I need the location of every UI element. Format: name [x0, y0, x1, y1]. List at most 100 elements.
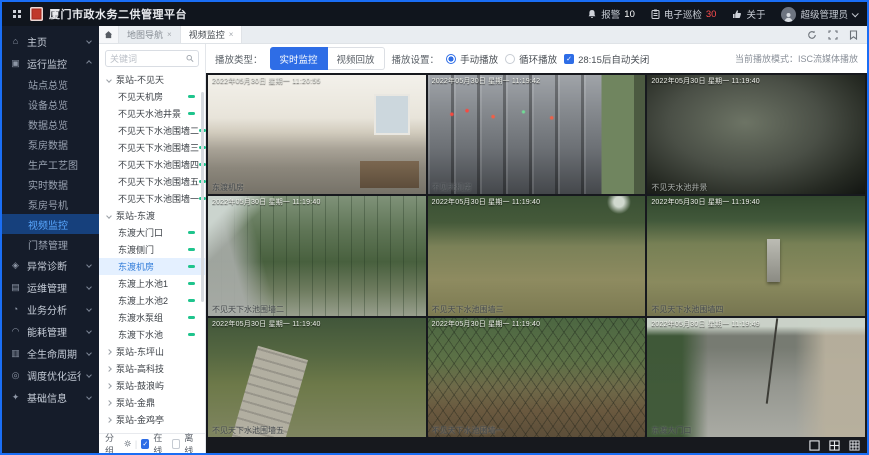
camera-tree-panel: 泵站-不见天 不见天机房 不见天水池井景 不见天下水池围墙二 不见天下水池围墙三…: [99, 44, 206, 453]
lifecycle-icon: ▥: [10, 348, 21, 359]
sidebar-sub-device-overview[interactable]: 设备总览: [2, 94, 99, 114]
online-checkbox[interactable]: ✓: [141, 439, 149, 449]
tab-video-monitor[interactable]: 视频监控 ×: [181, 26, 243, 43]
search-icon[interactable]: [186, 54, 194, 63]
tree-group-bujiantian[interactable]: 泵站-不见天: [99, 71, 205, 88]
video-cell[interactable]: 2022年05月30日 星期一 11:19:49 东渡大门口: [647, 318, 865, 437]
close-icon[interactable]: ×: [167, 30, 172, 39]
sidebar-sub-pump-room-data[interactable]: 泵房数据: [2, 134, 99, 154]
video-cell[interactable]: 2022年05月30日 星期一 11:19:40 不见天下水池围墙五: [208, 318, 426, 437]
chevron-down-icon: [86, 394, 92, 400]
home-tab-button[interactable]: [99, 26, 119, 43]
sidebar-collapse-icon[interactable]: [12, 9, 22, 19]
fullscreen-icon[interactable]: [828, 30, 838, 40]
tab-map-nav[interactable]: 地图导航 ×: [119, 26, 181, 43]
tree-group-gaokeji[interactable]: 泵站-高科技: [99, 360, 205, 377]
sidebar-sub-access-control[interactable]: 门禁管理: [2, 234, 99, 254]
alarm-button[interactable]: 报警 10: [587, 7, 635, 21]
tree-group-dongpingshan[interactable]: 泵站-东坪山: [99, 343, 205, 360]
inspection-count: 30: [706, 9, 717, 20]
video-camera-name: 不见天下水池围墙四: [651, 304, 723, 315]
thumb-up-icon: [732, 9, 742, 19]
gear-icon[interactable]: [124, 439, 131, 448]
tree-group-jinjiting[interactable]: 泵站-金鸡亭: [99, 411, 205, 428]
sidebar-sub-video-monitor[interactable]: 视频监控: [2, 214, 99, 234]
tree-group-dongdu[interactable]: 泵站-东渡: [99, 207, 205, 224]
clipboard-icon: [651, 9, 660, 19]
about-button[interactable]: 关于: [732, 7, 765, 21]
tree-camera-item[interactable]: 不见天水池井景: [99, 105, 205, 122]
video-camera-name: 不见天下水池围墙一: [432, 425, 504, 436]
online-dot: [188, 231, 195, 234]
home-icon: ⌂: [10, 36, 21, 46]
tree-camera-item[interactable]: 东渡上水池2: [99, 292, 205, 309]
offline-label: 离线: [184, 431, 199, 455]
video-timestamp: 2022年05月30日 星期一 11:19:40: [432, 197, 644, 207]
search-input[interactable]: [110, 54, 184, 64]
tree-camera-item[interactable]: 不见天下水池围墙二: [99, 122, 205, 139]
quad-grid-icon[interactable]: [829, 440, 840, 451]
sidebar-sub-process-diagram[interactable]: 生产工艺图: [2, 154, 99, 174]
manual-play-radio[interactable]: 手动播放: [446, 52, 498, 66]
refresh-icon[interactable]: [807, 30, 817, 40]
person-icon: [783, 11, 794, 22]
sidebar-item-home[interactable]: ⌂ 主页: [2, 30, 99, 52]
tree-camera-item[interactable]: 不见天下水池围墙三: [99, 139, 205, 156]
single-grid-icon[interactable]: [809, 440, 820, 451]
tree-camera-item[interactable]: 不见天下水池围墙一: [99, 190, 205, 207]
auto-close-checkbox-row[interactable]: ✓ 28:15后自动关闭: [564, 52, 649, 66]
sidebar-item-lifecycle[interactable]: ▥ 全生命周期: [2, 342, 99, 364]
tree-group-gulangyu[interactable]: 泵站-鼓浪屿: [99, 377, 205, 394]
tree-scrollbar[interactable]: [201, 92, 204, 302]
user-avatar: [781, 7, 796, 22]
sidebar-item-ops[interactable]: ▤ 运维管理: [2, 276, 99, 298]
sidebar-sub-realtime-data[interactable]: 实时数据: [2, 174, 99, 194]
caret-icon: [106, 349, 112, 355]
inspection-button[interactable]: 电子巡检 30: [651, 7, 717, 21]
caret-icon: [106, 77, 112, 83]
video-playback-button[interactable]: 视频回放: [328, 47, 385, 70]
sidebar-sub-data-overview[interactable]: 数据总览: [2, 114, 99, 134]
video-cell[interactable]: 2022年05月30日 星期一 11:19:40 不见天下水池围墙四: [647, 196, 865, 315]
tree-camera-item[interactable]: 不见天机房: [99, 88, 205, 105]
video-cell[interactable]: 2022年05月30日 星期一 11:19:40 不见天水池井景: [647, 75, 865, 194]
loop-play-radio[interactable]: 循环播放: [505, 52, 557, 66]
tree-camera-item-selected[interactable]: 东渡机房: [99, 258, 205, 275]
tree-camera-item[interactable]: 东渡侧门: [99, 241, 205, 258]
tree-camera-item[interactable]: 东渡水泵组: [99, 309, 205, 326]
radio-off-icon: [505, 54, 515, 64]
video-cell[interactable]: 2022年05月30日 星期一 11:20:55 东渡机房: [208, 75, 426, 194]
sidebar-sub-pump-units[interactable]: 泵房号机: [2, 194, 99, 214]
nine-grid-icon[interactable]: [849, 440, 860, 451]
online-dot: [188, 248, 195, 251]
tree-camera-item[interactable]: 不见天下水池围墙四: [99, 156, 205, 173]
tree-footer: 分组 | ✓ 在线 离线: [99, 433, 205, 453]
chevron-down-icon: [86, 262, 92, 268]
user-menu[interactable]: 超级管理员: [781, 7, 857, 22]
video-camera-name: 不见天下水池围墙五: [212, 425, 284, 436]
sidebar-item-analysis[interactable]: ◔ 业务分析: [2, 298, 99, 320]
sidebar-item-dispatch[interactable]: ◎ 调度优化运行: [2, 364, 99, 386]
sidebar-sub-site-overview[interactable]: 站点总览: [2, 74, 99, 94]
video-camera-name: 东渡大门口: [651, 425, 691, 436]
video-cell-selected[interactable]: 2022年05月30日 星期一 11:19:42 不见天机房: [428, 75, 646, 194]
tree-camera-item[interactable]: 东渡大门口: [99, 224, 205, 241]
live-monitor-button[interactable]: 实时监控: [270, 47, 328, 70]
tree-camera-item[interactable]: 不见天下水池围墙五: [99, 173, 205, 190]
video-cell[interactable]: 2022年05月30日 星期一 11:19:40 不见天下水池围墙二: [208, 196, 426, 315]
sidebar-item-diagnosis[interactable]: ◈ 异常诊断: [2, 254, 99, 276]
app-title: 厦门市政水务二供管理平台: [49, 6, 187, 22]
sidebar-item-energy[interactable]: ◠ 能耗管理: [2, 320, 99, 342]
video-cell[interactable]: 2022年05月30日 星期一 11:19:40 不见天下水池围墙三: [428, 196, 646, 315]
tree-camera-item[interactable]: 东渡上水池1: [99, 275, 205, 292]
monitor-icon: ▣: [10, 58, 21, 69]
tree-group-jinding[interactable]: 泵站-金鼎: [99, 394, 205, 411]
chevron-up-icon: [86, 60, 92, 66]
sidebar-item-monitor[interactable]: ▣ 运行监控: [2, 52, 99, 74]
sidebar-item-basic-info[interactable]: ✦ 基础信息: [2, 386, 99, 408]
close-icon[interactable]: ×: [229, 30, 234, 39]
tree-camera-item[interactable]: 东渡下水池: [99, 326, 205, 343]
video-cell[interactable]: 2022年05月30日 星期一 11:19:40 不见天下水池围墙一: [428, 318, 646, 437]
offline-checkbox[interactable]: [172, 439, 180, 449]
bookmark-icon[interactable]: [849, 30, 858, 40]
